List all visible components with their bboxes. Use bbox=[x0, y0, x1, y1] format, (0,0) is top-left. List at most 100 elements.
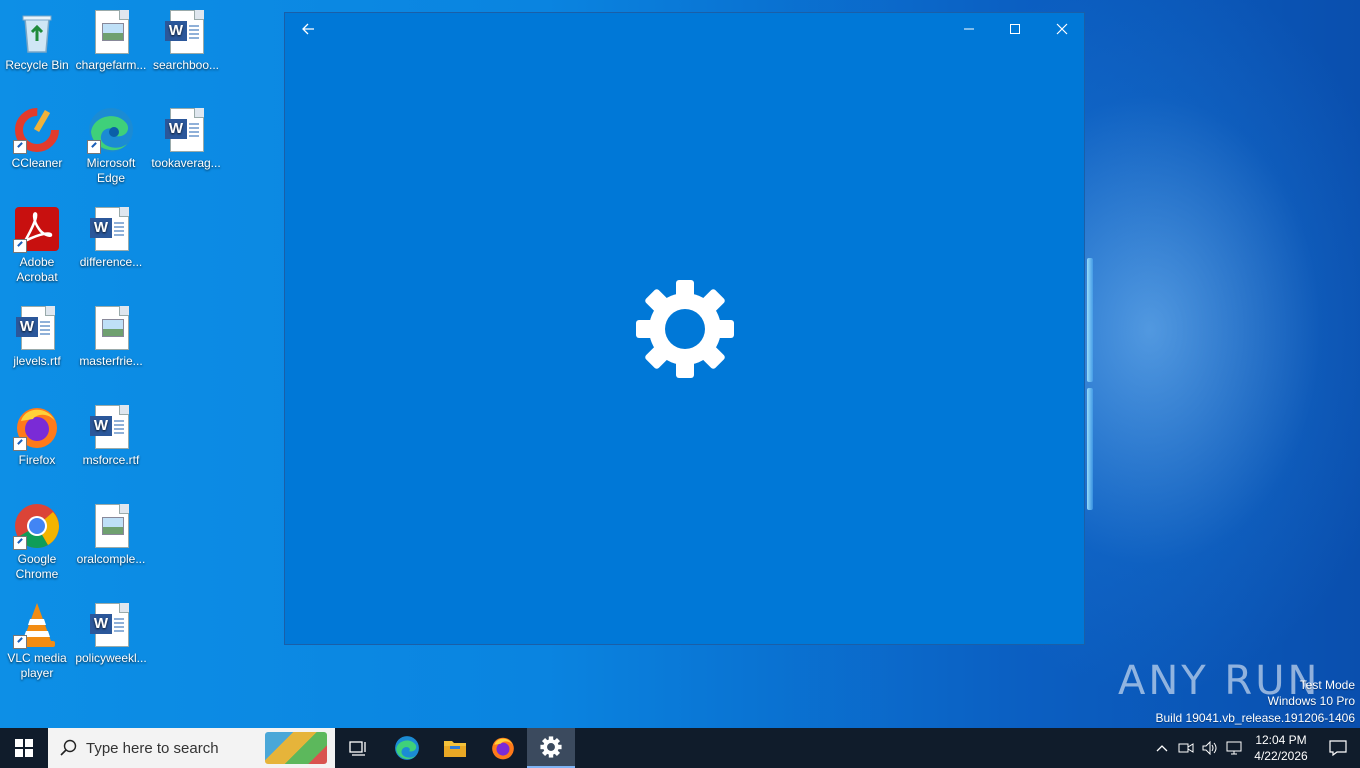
desktop-icon-msforce[interactable]: W msforce.rtf bbox=[75, 403, 147, 468]
shortcut-arrow-icon bbox=[87, 140, 101, 154]
window-edge-glow bbox=[1087, 258, 1093, 382]
image-file-icon bbox=[87, 304, 135, 352]
taskbar-edge-button[interactable] bbox=[383, 728, 431, 768]
minimize-button[interactable] bbox=[946, 13, 992, 45]
action-center-button[interactable] bbox=[1316, 728, 1360, 768]
taskbar-firefox-button[interactable] bbox=[479, 728, 527, 768]
image-file-icon bbox=[87, 502, 135, 550]
meet-now-icon bbox=[1178, 743, 1194, 753]
desktop-icon-label: tookaverag... bbox=[151, 156, 221, 170]
desktop-icon-label: policyweekl... bbox=[75, 651, 147, 665]
desktop-icon-label: Google Chrome bbox=[15, 552, 59, 581]
windows-edition-label: Windows 10 Pro bbox=[1267, 694, 1355, 708]
clock[interactable]: 12:04 PM 4/22/2026 bbox=[1246, 732, 1316, 764]
maximize-icon bbox=[1010, 24, 1020, 34]
desktop-icon-vlc[interactable]: VLC media player bbox=[1, 601, 73, 681]
edge-icon bbox=[87, 106, 135, 154]
desktop-icon-label: msforce.rtf bbox=[82, 453, 140, 467]
taskbar: Type here to search 12:04 PM 4/22/2026 bbox=[0, 728, 1360, 768]
close-button[interactable] bbox=[1039, 13, 1085, 45]
volume-button[interactable] bbox=[1198, 728, 1222, 768]
clock-date: 4/22/2026 bbox=[1254, 749, 1308, 763]
shortcut-arrow-icon bbox=[13, 239, 27, 253]
back-button[interactable] bbox=[285, 13, 331, 45]
system-tray: 12:04 PM 4/22/2026 bbox=[1150, 728, 1360, 768]
desktop-icon-oralcomple[interactable]: oralcomple... bbox=[75, 502, 147, 567]
desktop-icon-label: VLC media player bbox=[7, 651, 67, 680]
settings-window[interactable] bbox=[284, 12, 1085, 645]
desktop-icon-label: difference... bbox=[79, 255, 143, 269]
taskbar-settings-button[interactable] bbox=[527, 728, 575, 768]
recycle-bin-icon bbox=[13, 8, 61, 56]
desktop-icon-label: Firefox bbox=[18, 453, 56, 467]
firefox-icon bbox=[492, 737, 514, 760]
desktop-icon-label: Microsoft Edge bbox=[86, 156, 136, 185]
word-document-icon: W bbox=[87, 205, 135, 253]
search-icon bbox=[60, 739, 77, 756]
image-file-icon bbox=[87, 8, 135, 56]
meet-now-button[interactable] bbox=[1174, 728, 1198, 768]
network-button[interactable] bbox=[1222, 728, 1246, 768]
gear-icon bbox=[635, 279, 735, 379]
close-icon bbox=[1056, 23, 1068, 35]
shortcut-arrow-icon bbox=[13, 140, 27, 154]
search-placeholder: Type here to search bbox=[86, 739, 219, 757]
desktop-icon-label: Recycle Bin bbox=[5, 58, 69, 72]
desktop-icon-label: jlevels.rtf bbox=[13, 354, 61, 368]
windows-logo-icon bbox=[15, 739, 33, 757]
desktop-icon-masterfrie[interactable]: masterfrie... bbox=[75, 304, 147, 369]
desktop-icon-google-chrome[interactable]: Google Chrome bbox=[1, 502, 73, 582]
shortcut-arrow-icon bbox=[13, 536, 27, 550]
build-label: Build 19041.vb_release.191206-1406 bbox=[1155, 711, 1356, 725]
title-bar[interactable] bbox=[285, 13, 1084, 45]
speaker-icon bbox=[1202, 741, 1217, 755]
desktop-icon-label: searchboo... bbox=[152, 58, 220, 72]
task-view-button[interactable] bbox=[335, 728, 383, 768]
vlc-icon bbox=[13, 601, 61, 649]
word-document-icon: W bbox=[87, 403, 135, 451]
settings-icon bbox=[540, 736, 562, 758]
network-icon bbox=[1226, 741, 1242, 755]
acrobat-icon bbox=[13, 205, 61, 253]
desktop-icon-firefox[interactable]: Firefox bbox=[1, 403, 73, 468]
show-hidden-icons-button[interactable] bbox=[1150, 728, 1174, 768]
search-box[interactable]: Type here to search bbox=[48, 728, 335, 768]
word-document-icon: W bbox=[87, 601, 135, 649]
test-mode-label: Test Mode bbox=[1299, 678, 1355, 692]
word-document-icon: W bbox=[13, 304, 61, 352]
file-explorer-icon bbox=[444, 741, 466, 757]
chrome-icon bbox=[13, 502, 61, 550]
desktop-icon-label: chargefarm... bbox=[75, 58, 147, 72]
clock-time: 12:04 PM bbox=[1255, 733, 1307, 747]
desktop-icon-label: masterfrie... bbox=[79, 354, 143, 368]
shortcut-arrow-icon bbox=[13, 635, 27, 649]
desktop-icon-difference[interactable]: W difference... bbox=[75, 205, 147, 270]
desktop-icon-chargefarm[interactable]: chargefarm... bbox=[75, 8, 147, 73]
desktop-icon-adobe-acrobat[interactable]: Adobe Acrobat bbox=[1, 205, 73, 285]
word-document-icon: W bbox=[162, 8, 210, 56]
word-document-icon: W bbox=[162, 106, 210, 154]
desktop-icon-jlevels[interactable]: W jlevels.rtf bbox=[1, 304, 73, 369]
desktop-icon-microsoft-edge[interactable]: Microsoft Edge bbox=[75, 106, 147, 186]
shortcut-arrow-icon bbox=[13, 437, 27, 451]
chevron-up-icon bbox=[1156, 745, 1168, 752]
maximize-button[interactable] bbox=[992, 13, 1038, 45]
desktop-icon-label: Adobe Acrobat bbox=[16, 255, 58, 284]
desktop-icon-policyweekl[interactable]: W policyweekl... bbox=[75, 601, 147, 666]
desktop-icon-label: oralcomple... bbox=[76, 552, 146, 566]
start-button[interactable] bbox=[0, 728, 48, 768]
back-arrow-icon bbox=[302, 23, 314, 35]
desktop-icon-ccleaner[interactable]: CCleaner bbox=[1, 106, 73, 171]
minimize-icon bbox=[964, 28, 974, 30]
window-edge-glow bbox=[1087, 388, 1093, 510]
ccleaner-icon bbox=[13, 106, 61, 154]
desktop-icon-searchboo[interactable]: W searchboo... bbox=[150, 8, 222, 73]
taskbar-file-explorer-button[interactable] bbox=[431, 728, 479, 768]
task-view-icon bbox=[349, 741, 366, 756]
desktop-icon-label: CCleaner bbox=[11, 156, 63, 170]
desktop-icon-recycle-bin[interactable]: Recycle Bin bbox=[1, 8, 73, 73]
desktop-icon-tookaverag[interactable]: W tookaverag... bbox=[150, 106, 222, 171]
edge-icon bbox=[395, 736, 419, 760]
search-highlight-image-icon bbox=[265, 732, 327, 764]
notification-icon bbox=[1329, 740, 1347, 756]
